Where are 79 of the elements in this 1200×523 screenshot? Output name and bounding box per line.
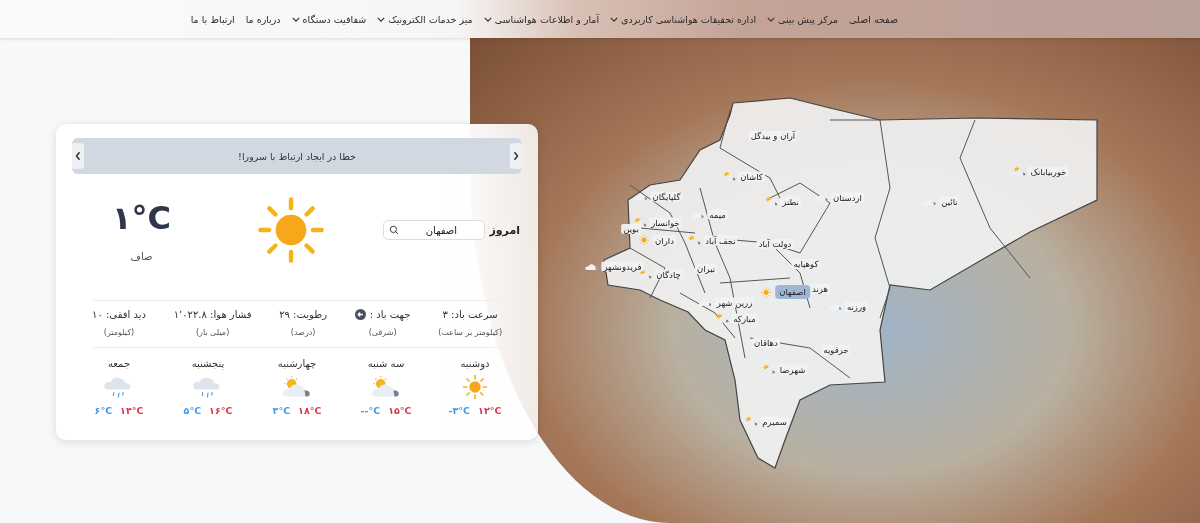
sun-icon [255, 195, 326, 265]
county-label[interactable]: نائین [939, 196, 960, 206]
partly-cloudy-icon [743, 415, 760, 427]
county-label[interactable]: میمه [707, 209, 728, 219]
nav-link[interactable]: اداره تحقیقات هواشناسی کاربردی [610, 13, 757, 25]
county-label[interactable]: کاشان [738, 171, 765, 181]
stat-unit: (میلی بار) [195, 328, 230, 337]
nav-link[interactable]: شفافیت دستگاه [291, 13, 367, 25]
high-temperature: ۱۶°C [209, 405, 233, 416]
low-temperature: --°C [360, 405, 381, 416]
chevron-right-icon [513, 151, 519, 161]
stat-label: فشار هوا: ۱٬۰۲۲.۸ [173, 309, 252, 320]
county-label[interactable]: خوانسار [649, 217, 682, 227]
county-label[interactable]: فریدونشهر [601, 261, 644, 271]
county-label[interactable]: اردستان [831, 192, 864, 202]
nav-link[interactable]: صفحه اصلی [849, 13, 898, 25]
sun-icon [758, 286, 775, 298]
county-label[interactable]: جرقویه [821, 345, 851, 355]
county-label[interactable]: دهاقان [752, 338, 780, 348]
today-label: امروز [489, 223, 520, 237]
nav-link[interactable]: آمار و اطلاعات هواشناسی [483, 13, 600, 25]
county-label[interactable]: چادگان [654, 269, 683, 279]
day-name: جمعه [107, 358, 131, 369]
previous-button[interactable] [72, 143, 84, 169]
stat-unit: (درصد) [290, 328, 316, 337]
county-label[interactable]: اصفهان [775, 285, 810, 299]
county-label[interactable]: آران و بیدگل [748, 131, 798, 141]
stat-label: جهت باد : [369, 309, 411, 320]
nav-link[interactable]: ارتباط با ما [190, 13, 235, 25]
high-temperature: ۱۲°C [478, 405, 502, 416]
county-label[interactable]: هرند [810, 284, 830, 294]
day-name: سه شنبه [367, 358, 405, 369]
high-temperature: ۱۵°C [388, 405, 412, 416]
county-label[interactable]: بوین [621, 224, 641, 234]
nav-link[interactable]: مرکز پیش بینی [767, 13, 839, 25]
partly-cloudy-icon [1011, 165, 1028, 177]
county-label[interactable]: نطنز [780, 196, 801, 206]
county-label[interactable]: گلپایگان [650, 191, 683, 201]
county-label[interactable]: ورزنه [844, 301, 869, 311]
partly-cloudy-icon [686, 234, 703, 246]
next-button[interactable] [510, 143, 522, 169]
nav-link[interactable]: میز خدمات الکترونیک [377, 13, 473, 25]
county-label[interactable]: مبارکه [731, 313, 758, 323]
day-name: پنجشنبه [191, 358, 225, 369]
current-temperature: ۱°C [112, 198, 172, 237]
stat-label: سرعت باد: ۳ [442, 309, 498, 320]
stat-unit: (کیلومتر) [103, 328, 135, 337]
day-name: چهارشنبه [277, 358, 317, 369]
arrow-icon [354, 309, 366, 320]
county-label[interactable]: سمیرم [760, 416, 789, 426]
condition-text: صاف [130, 250, 153, 262]
low-temperature: ۴°C [272, 405, 291, 416]
high-temperature: ۱۸°C [298, 405, 322, 416]
day-name: دوشنبه [460, 358, 490, 369]
county-label[interactable]: دولت آباد [756, 239, 794, 249]
nav-link[interactable]: درباره ما [245, 13, 281, 25]
county-label[interactable]: تیران [694, 264, 718, 274]
county-label[interactable]: کوهپایه [791, 259, 821, 269]
county-label[interactable]: زرین شهر [714, 297, 755, 307]
stat-label: دید افقی: ۱۰ [92, 309, 146, 320]
low-temperature: -۳°C [448, 405, 471, 416]
county-label[interactable]: شهرضا [777, 364, 808, 374]
search-field[interactable]: اصفهان [383, 220, 486, 240]
county-label[interactable]: نجف آباد [703, 235, 738, 245]
partly-cloudy-icon [714, 312, 731, 324]
low-temperature: ۶°C [94, 405, 113, 416]
partly-cloudy-icon [721, 170, 738, 182]
county-label[interactable]: خوربیابانک [1028, 166, 1069, 176]
high-temperature: ۱۴°C [120, 405, 144, 416]
stat-unit: (کیلومتر بر ساعت) [438, 328, 502, 337]
stat-label: رطوبت: ۲۹ [279, 309, 328, 320]
search-icon [389, 225, 400, 235]
low-temperature: ۵°C [183, 405, 202, 416]
stat-unit: (شرقی) [368, 328, 397, 337]
error-message: خطا در ایجاد ارتباط با سرورا! [238, 150, 356, 162]
county-label[interactable]: داران [653, 235, 676, 245]
partly-cloudy-icon [760, 363, 777, 375]
partly-cloudy-icon [763, 195, 780, 207]
chevron-left-icon [75, 151, 81, 161]
